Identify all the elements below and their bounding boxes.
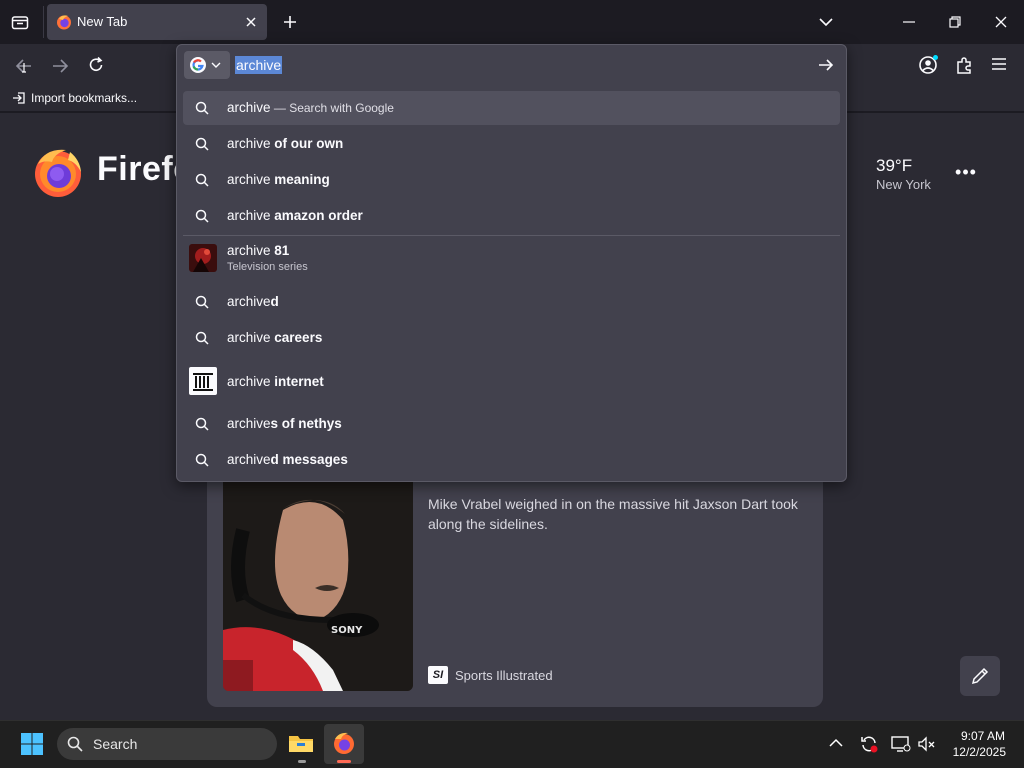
import-bookmarks-button[interactable]: Import bookmarks... [12, 91, 137, 105]
firefox-favicon-icon [56, 14, 72, 30]
restore-icon[interactable] [932, 6, 978, 38]
network-icon[interactable] [891, 735, 911, 753]
weather-location[interactable]: New York [876, 177, 931, 192]
google-icon [190, 57, 206, 73]
search-icon [195, 417, 209, 431]
folder-icon [289, 736, 313, 752]
reload-icon [89, 56, 103, 71]
menu-button[interactable] [990, 56, 1008, 72]
sync-status-icon[interactable] [859, 734, 879, 754]
close-tab-icon[interactable] [241, 12, 261, 32]
suggestion-item[interactable]: archive careers [183, 321, 840, 355]
suggestion-text: archive 81 [227, 243, 290, 258]
search-icon [195, 137, 209, 151]
suggestion-text: archives of nethys [227, 416, 342, 431]
tv-series-thumbnail [189, 244, 217, 272]
forward-arrow-icon [53, 59, 69, 73]
back-arrow-icon [15, 59, 31, 73]
forward-button[interactable] [50, 56, 70, 76]
address-bar-popup: archive archive — Search with Google arc… [176, 44, 847, 482]
clock-date[interactable]: 12/2/2025 [946, 745, 1006, 759]
weather-temperature[interactable]: 39°F [876, 156, 912, 176]
suggestion-text: archive internet [227, 374, 324, 389]
new-tab-plus-icon[interactable] [278, 10, 302, 34]
account-button[interactable] [918, 54, 940, 76]
taskbar-search[interactable]: Search [57, 728, 277, 760]
suggestion-text: archive — Search with Google [227, 100, 394, 115]
customize-button[interactable] [960, 656, 1000, 696]
photo-caption: SONY [331, 625, 363, 636]
search-icon [195, 295, 209, 309]
tab-new-tab[interactable]: New Tab [47, 4, 267, 40]
tab-list-button[interactable] [6, 8, 34, 36]
suggestion-text: archive amazon order [227, 208, 363, 223]
volume-muted-icon[interactable] [917, 735, 937, 753]
hamburger-menu-icon [992, 58, 1006, 70]
suggestion-text: archived messages [227, 452, 348, 467]
search-icon [195, 209, 209, 223]
search-icon [67, 736, 83, 752]
story-card[interactable]: SONY Mike Vrabel weighed in on the massi… [207, 470, 823, 707]
import-icon [13, 92, 25, 104]
firefox-logo-icon [32, 146, 84, 198]
windows-logo-icon [21, 733, 43, 755]
firefox-icon [334, 732, 354, 754]
tab-label: New Tab [77, 14, 128, 29]
import-bookmarks-label: Import bookmarks... [31, 91, 138, 105]
search-icon [195, 173, 209, 187]
account-icon [919, 55, 938, 74]
suggestion-rich-result[interactable]: archive 81 Television series [183, 237, 840, 279]
search-icon [195, 453, 209, 467]
running-indicator [298, 760, 306, 763]
list-all-tabs-chevron-icon[interactable] [814, 10, 838, 34]
go-arrow-icon[interactable] [816, 55, 836, 75]
suggestion-subtitle: Television series [227, 261, 308, 273]
puzzle-icon [957, 57, 971, 74]
search-icon [195, 101, 209, 115]
story-source: SI Sports Illustrated [428, 666, 553, 684]
extensions-button[interactable] [955, 55, 975, 75]
story-summary: Mike Vrabel weighed in on the massive hi… [428, 496, 798, 532]
reload-button[interactable] [86, 55, 106, 75]
firefox-taskbar-button[interactable] [324, 724, 364, 764]
suggestion-search-with-google[interactable]: archive — Search with Google [183, 91, 840, 125]
story-source-label: Sports Illustrated [455, 667, 553, 683]
suggestion-divider [183, 235, 840, 236]
suggestion-rich-result[interactable]: archive internet [183, 363, 840, 401]
firefox-view-icon [11, 16, 29, 30]
back-button[interactable] [14, 56, 34, 76]
suggestion-item[interactable]: archive meaning [183, 163, 840, 197]
suggestion-text: archive careers [227, 330, 323, 345]
suggestion-item[interactable]: archives of nethys [183, 407, 840, 441]
active-indicator [337, 760, 351, 763]
suggestion-item[interactable]: archive of our own [183, 127, 840, 161]
story-image[interactable]: SONY [223, 470, 413, 691]
tab-separator [43, 6, 44, 38]
start-button[interactable] [20, 732, 44, 756]
search-icon [195, 331, 209, 345]
suggestion-item[interactable]: archived [183, 285, 840, 319]
search-engine-button[interactable] [184, 51, 230, 79]
suggestion-item[interactable]: archive amazon order [183, 199, 840, 233]
suggestion-item[interactable]: archived messages [183, 443, 840, 477]
url-input[interactable]: archive [235, 56, 283, 74]
suggestion-text: archive of our own [227, 136, 344, 151]
pencil-icon [971, 667, 989, 685]
suggestion-text: archive meaning [227, 172, 330, 187]
sports-illustrated-logo-icon: SI [428, 666, 448, 684]
suggestion-text: archived [227, 294, 279, 309]
clock-time[interactable]: 9:07 AM [960, 729, 1005, 743]
file-explorer-button[interactable] [288, 731, 314, 755]
close-window-icon[interactable] [978, 6, 1024, 38]
internet-archive-logo-icon [189, 367, 217, 395]
minimize-icon[interactable] [886, 6, 932, 38]
show-hidden-icons-chevron-icon[interactable] [829, 738, 843, 748]
chevron-down-icon [211, 62, 221, 68]
taskbar-search-label: Search [93, 736, 138, 752]
weather-more-options-icon[interactable]: ••• [954, 163, 978, 184]
